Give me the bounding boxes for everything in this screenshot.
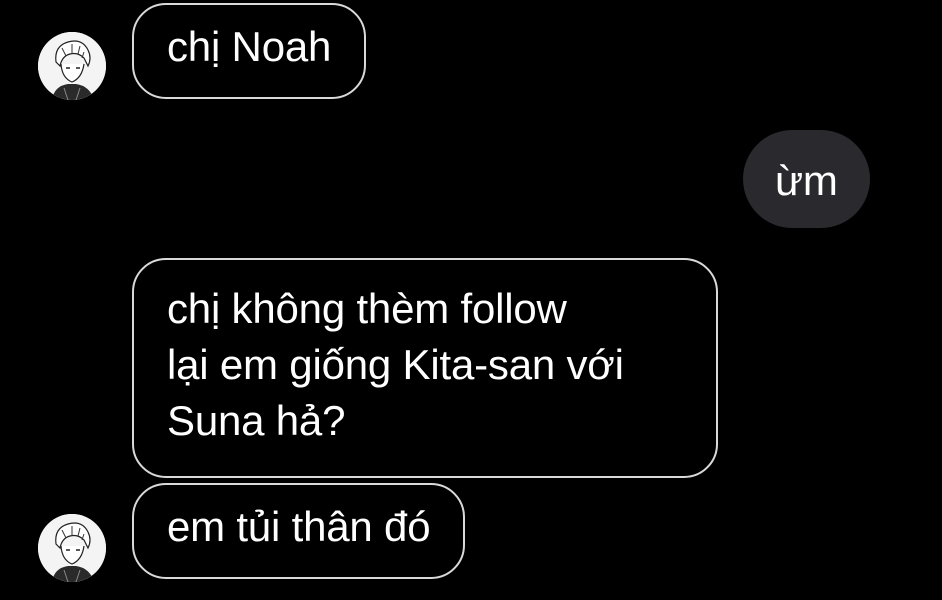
message-bubble-outgoing[interactable]: ừm (743, 130, 870, 228)
message-text: ừm (775, 157, 838, 204)
message-text: em tủi thân đó (167, 503, 431, 550)
message-bubble-incoming[interactable]: chị Noah (132, 3, 367, 99)
message-bubble-incoming[interactable]: chị không thèm follow lại em giống Kita-… (132, 258, 718, 478)
user-avatar-icon (38, 514, 106, 582)
message-bubble-incoming[interactable]: em tủi thân đó (132, 483, 466, 579)
message-text-line: chị không thèm follow (167, 285, 567, 332)
sender-avatar-icon[interactable] (38, 514, 106, 582)
chat-thread: chị Noah ừm chị không thèm follow lại em… (0, 0, 942, 600)
message-text-line: lại em giống Kita-san với (167, 341, 624, 388)
user-avatar-icon (38, 32, 106, 100)
message-text-line: Suna hả? (167, 397, 346, 444)
message-text: chị Noah (167, 23, 332, 70)
sender-avatar-icon[interactable] (38, 32, 106, 100)
